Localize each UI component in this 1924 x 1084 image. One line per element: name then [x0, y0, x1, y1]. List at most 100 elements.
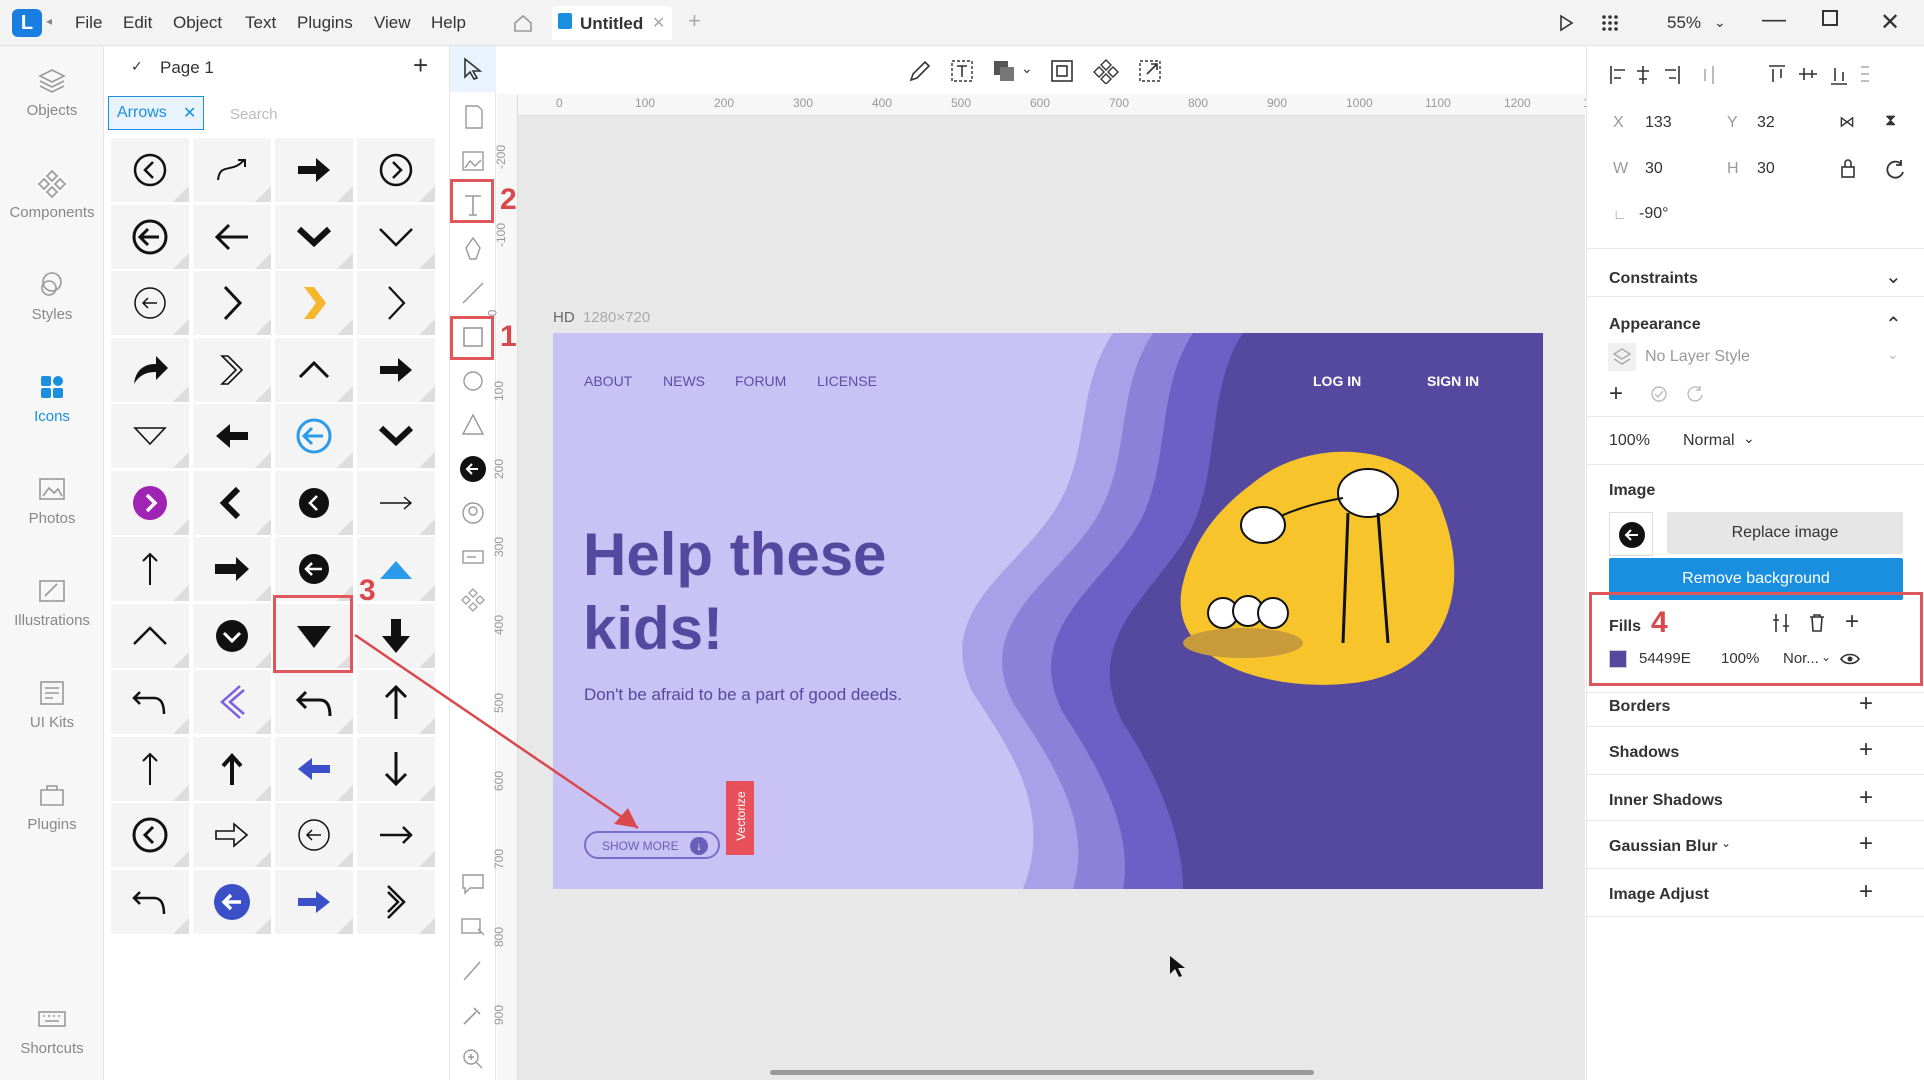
icon-cell[interactable] — [357, 869, 435, 934]
search-input[interactable]: Search — [230, 106, 278, 123]
icon-cell[interactable] — [111, 603, 189, 668]
icon-cell[interactable] — [357, 204, 435, 269]
icon-cell[interactable] — [111, 670, 189, 734]
icon-cell[interactable] — [275, 869, 353, 934]
lock-icon[interactable] — [1839, 158, 1857, 180]
vectorize-tag[interactable]: Vectorize — [726, 781, 754, 855]
input-tool-icon[interactable] — [458, 542, 488, 572]
zoom-chevron-down-icon[interactable]: ⌄ — [1714, 14, 1726, 31]
add-shadow-button[interactable]: + — [1859, 738, 1873, 762]
page-chevron-icon[interactable]: ✓ — [131, 58, 143, 75]
rail-components[interactable]: Components — [0, 168, 104, 221]
hotspot-tool-icon[interactable] — [458, 912, 488, 942]
artboard-label[interactable]: HD — [553, 309, 575, 326]
icon-cell[interactable] — [275, 404, 353, 468]
icon-cell[interactable] — [111, 271, 189, 335]
page-label[interactable]: Page 1 — [160, 58, 214, 78]
constraints-header[interactable]: Constraints — [1609, 270, 1698, 288]
icon-cell[interactable] — [357, 271, 435, 335]
layer-style-chevron-down-icon[interactable]: ⌄ — [1887, 346, 1899, 363]
rail-plugins[interactable]: Plugins — [0, 780, 104, 833]
artboard-tool-icon[interactable] — [458, 102, 488, 132]
comment-tool-icon[interactable] — [458, 868, 488, 898]
text-box-icon[interactable] — [949, 58, 975, 84]
grid-apps-icon[interactable] — [1600, 13, 1620, 33]
new-tab-button[interactable]: + — [688, 8, 701, 34]
constraints-chevron-down-icon[interactable]: ⌄ — [1885, 264, 1902, 289]
icon-cell[interactable] — [357, 470, 435, 535]
icon-cell[interactable] — [275, 736, 353, 801]
avatar-tool-icon[interactable] — [458, 498, 488, 528]
pencil-icon[interactable] — [907, 58, 933, 84]
icon-cell[interactable] — [275, 537, 353, 601]
menu-edit[interactable]: Edit — [123, 13, 152, 33]
icon-cell[interactable] — [111, 736, 189, 801]
w-field[interactable]: 30 — [1645, 160, 1663, 178]
menu-text[interactable]: Text — [245, 13, 276, 33]
rail-objects[interactable]: Objects — [0, 66, 104, 119]
rail-photos[interactable]: Photos — [0, 474, 104, 527]
brush-tool-icon[interactable] — [458, 956, 488, 986]
icon-cell[interactable] — [111, 869, 189, 934]
replace-image-button[interactable]: Replace image — [1667, 512, 1903, 554]
menu-help[interactable]: Help — [431, 13, 466, 33]
icon-cell[interactable] — [275, 204, 353, 269]
icon-cell[interactable] — [111, 138, 189, 202]
filter-tag[interactable]: Arrows ✕ — [108, 96, 204, 130]
triangle-tool-icon[interactable] — [458, 410, 488, 440]
rail-styles[interactable]: Styles — [0, 270, 104, 323]
opacity-field[interactable]: 100% — [1609, 432, 1650, 450]
rail-illustrations[interactable]: Illustrations — [0, 576, 104, 629]
image-tool-icon[interactable] — [458, 146, 488, 176]
export-icon[interactable] — [1137, 58, 1163, 84]
icon-cell[interactable] — [193, 138, 271, 202]
nav-news[interactable]: NEWS — [663, 373, 705, 389]
home-icon[interactable] — [512, 12, 534, 34]
icon-cell[interactable] — [111, 537, 189, 601]
minimize-button[interactable]: — — [1762, 6, 1786, 34]
nav-license[interactable]: LICENSE — [817, 373, 877, 389]
menu-view[interactable]: View — [374, 13, 411, 33]
artboard[interactable]: ABOUT NEWS FORUM LICENSE LOG IN SIGN IN … — [553, 333, 1543, 889]
h-field[interactable]: 30 — [1757, 160, 1775, 178]
mask-icon[interactable] — [1049, 58, 1075, 84]
icon-cell[interactable] — [275, 470, 353, 535]
boolean-icon[interactable] — [991, 58, 1017, 84]
refresh-icon[interactable] — [1685, 384, 1705, 404]
icon-cell[interactable] — [193, 204, 271, 269]
fill-color-swatch[interactable] — [1609, 650, 1627, 668]
icon-cell[interactable] — [193, 803, 271, 867]
icon-cell[interactable] — [193, 271, 271, 335]
appearance-chevron-up-icon[interactable]: ⌃ — [1885, 312, 1902, 337]
rotation-field[interactable]: -90° — [1639, 205, 1669, 223]
icon-cell[interactable] — [193, 337, 271, 402]
icon-cell[interactable] — [193, 736, 271, 801]
create-component-icon[interactable] — [1093, 58, 1119, 84]
icon-cell[interactable] — [275, 337, 353, 402]
icon-cell[interactable] — [193, 537, 271, 601]
add-fill-button[interactable]: + — [1845, 610, 1859, 634]
menu-object[interactable]: Object — [173, 13, 222, 33]
menu-file[interactable]: File — [75, 13, 102, 33]
boolean-chevron-down-icon[interactable]: ⌄ — [1021, 60, 1033, 77]
add-blur-button[interactable]: + — [1859, 832, 1873, 856]
flip-vertical-icon[interactable]: ⧗ — [1885, 112, 1896, 130]
add-inner-shadow-button[interactable]: + — [1859, 786, 1873, 810]
layer-style-select[interactable]: No Layer Style — [1645, 348, 1750, 366]
add-border-button[interactable]: + — [1859, 692, 1873, 716]
select-tool[interactable] — [450, 46, 496, 92]
fill-blend-chevron-down-icon[interactable]: ⌄ — [1821, 650, 1831, 664]
icon-cell[interactable] — [111, 803, 189, 867]
icon-cell[interactable] — [357, 404, 435, 468]
icon-cell[interactable] — [193, 869, 271, 934]
fill-hex-field[interactable]: 54499E — [1639, 650, 1691, 667]
add-style-button[interactable]: + — [1609, 382, 1623, 406]
zoom-level[interactable]: 55% — [1667, 13, 1701, 33]
menu-plugins[interactable]: Plugins — [297, 13, 353, 33]
tab-close-icon[interactable]: ✕ — [652, 13, 665, 33]
horizontal-scrollbar[interactable] — [770, 1070, 1314, 1075]
fill-blend-select[interactable]: Nor... — [1783, 650, 1819, 667]
app-logo[interactable]: L — [12, 9, 42, 37]
icon-cell[interactable] — [193, 404, 271, 468]
logo-dropdown-icon[interactable]: ◂ — [46, 14, 52, 28]
